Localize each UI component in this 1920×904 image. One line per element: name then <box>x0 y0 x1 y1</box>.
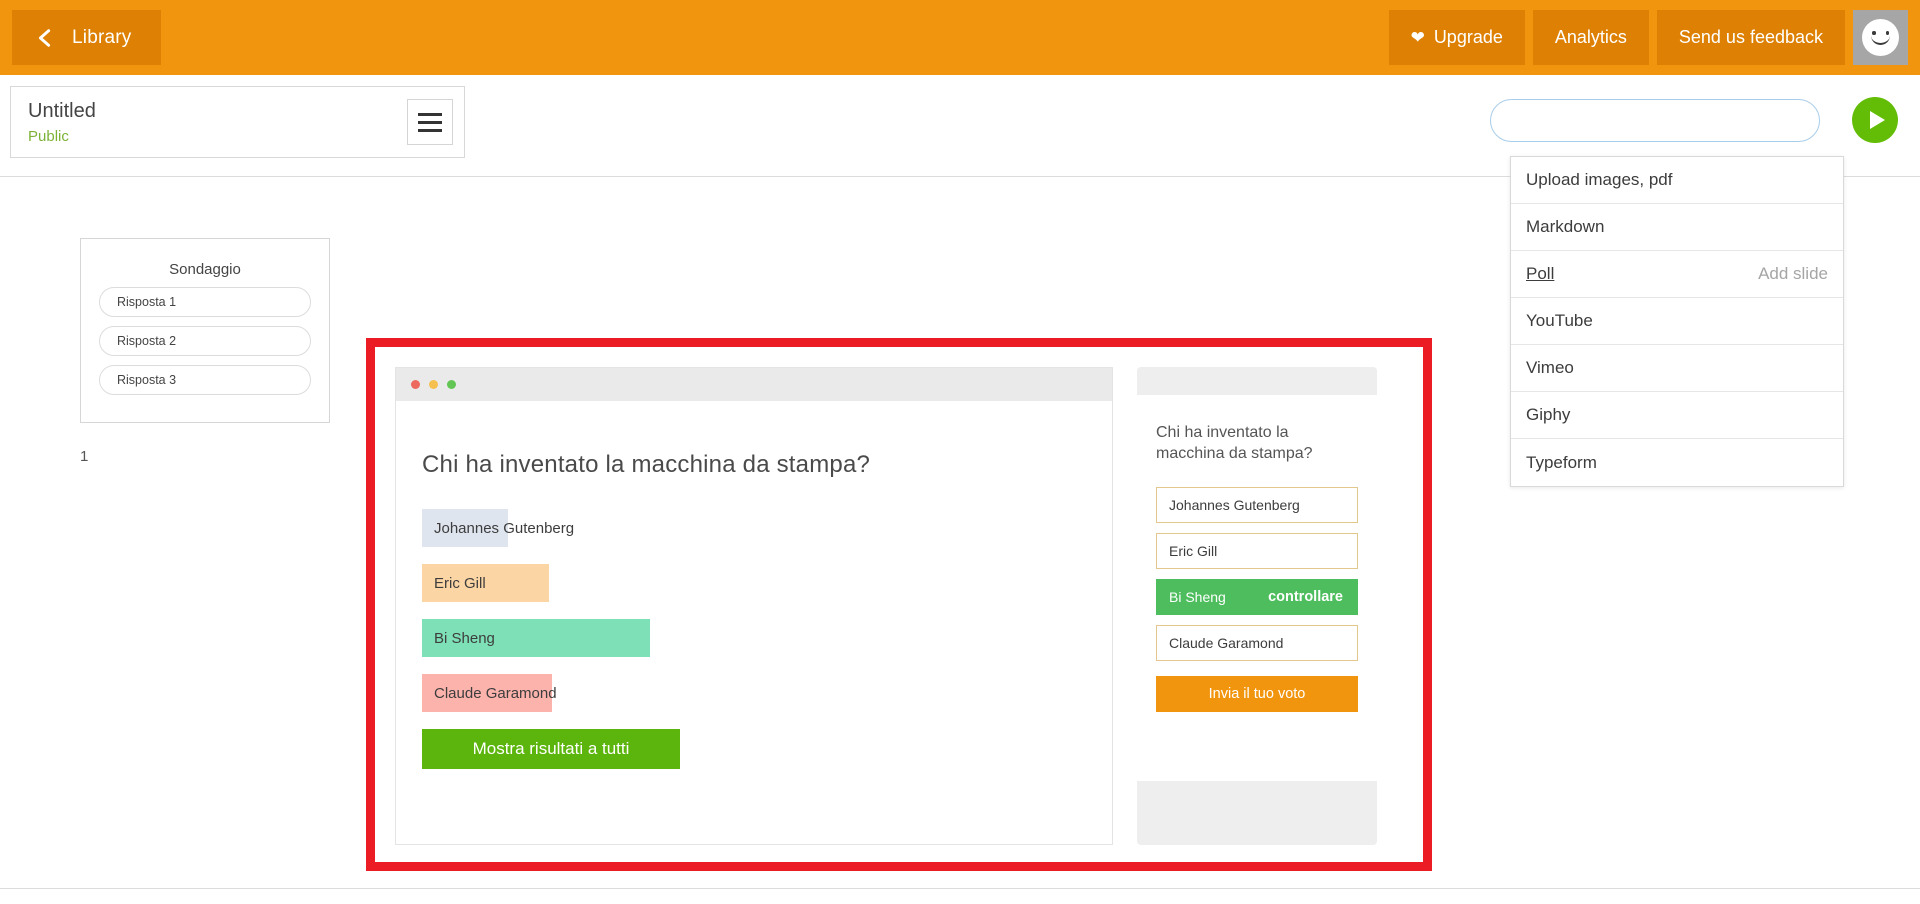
thumbnail-option: Risposta 1 <box>99 287 311 317</box>
poll-result-label: Bi Sheng <box>434 629 495 647</box>
dropdown-item-typeform[interactable]: Typeform <box>1511 439 1843 486</box>
dropdown-item-giphy[interactable]: Giphy <box>1511 392 1843 439</box>
submit-vote-button[interactable]: Invia il tuo voto <box>1156 675 1358 712</box>
search-input[interactable] <box>1490 99 1820 142</box>
smiley-face-icon <box>1862 19 1899 56</box>
library-back-label: Library <box>72 26 132 48</box>
window-minimize-dot-icon <box>429 380 438 389</box>
dropdown-item-label: Poll <box>1526 264 1555 283</box>
poll-result-label: Johannes Gutenberg <box>434 519 575 537</box>
dropdown-item-upload[interactable]: Upload images, pdf <box>1511 157 1843 204</box>
hamburger-menu-icon[interactable] <box>407 99 453 145</box>
chevron-left-icon <box>38 28 51 47</box>
topbar-actions: ❤ Upgrade Analytics Send us feedback <box>1388 10 1908 65</box>
deck-visibility: Public <box>28 128 69 145</box>
deck-info-card[interactable]: Untitled Public <box>10 86 465 158</box>
upgrade-button[interactable]: ❤ Upgrade <box>1388 10 1525 65</box>
send-feedback-button[interactable]: Send us feedback <box>1656 10 1845 65</box>
dropdown-item-poll[interactable]: Poll Add slide <box>1511 251 1843 298</box>
bottom-divider <box>0 888 1920 889</box>
slide-number: 1 <box>80 448 89 465</box>
upgrade-label: Upgrade <box>1433 27 1503 47</box>
dropdown-item-label: YouTube <box>1526 311 1593 330</box>
dropdown-item-label: Markdown <box>1526 217 1605 236</box>
library-back-button[interactable]: Library <box>12 10 162 65</box>
thumbnail-title: Sondaggio <box>169 261 241 278</box>
poll-result-row: Bi Sheng <box>422 619 1112 657</box>
poll-result-row: Johannes Gutenberg <box>422 509 1112 547</box>
browser-preview: Chi ha inventato la macchina da stampa? … <box>395 367 1113 845</box>
mobile-preview: Chi ha inventato la macchina da stampa? … <box>1137 367 1377 845</box>
mobile-poll-question: Chi ha inventato la macchina da stampa? <box>1156 424 1313 462</box>
mobile-poll-option[interactable]: Eric Gill <box>1156 532 1358 569</box>
poll-result-row: Eric Gill <box>422 564 1112 602</box>
play-icon <box>1869 111 1885 129</box>
insert-content-dropdown: Upload images, pdf Markdown Poll Add sli… <box>1510 156 1844 487</box>
heart-icon: ❤ <box>1410 28 1425 47</box>
mobile-poll-option[interactable]: Claude Garamond <box>1156 624 1358 661</box>
dropdown-item-label: Vimeo <box>1526 358 1574 377</box>
poll-result-label: Eric Gill <box>434 574 486 592</box>
dropdown-item-label: Typeform <box>1526 452 1597 472</box>
mobile-screen: Chi ha inventato la macchina da stampa? … <box>1137 395 1377 781</box>
mobile-poll-option-badge: controllare <box>1268 588 1343 605</box>
dropdown-item-label: Giphy <box>1526 405 1571 424</box>
mobile-poll-option-label: Bi Sheng <box>1169 588 1226 605</box>
poll-question: Chi ha inventato la macchina da stampa? <box>422 451 871 478</box>
dropdown-item-hint: Add slide <box>1758 264 1828 283</box>
mobile-poll-option-label: Eric Gill <box>1169 542 1218 559</box>
window-close-dot-icon <box>411 380 420 389</box>
send-feedback-label: Send us feedback <box>1678 27 1823 47</box>
browser-content: Chi ha inventato la macchina da stampa? … <box>396 401 1112 769</box>
show-results-button[interactable]: Mostra risultati a tutti <box>422 729 680 769</box>
analytics-label: Analytics <box>1554 27 1627 47</box>
mobile-poll-option-label: Johannes Gutenberg <box>1169 496 1300 513</box>
present-button[interactable] <box>1852 97 1898 143</box>
dropdown-item-markdown[interactable]: Markdown <box>1511 204 1843 251</box>
slide-thumbnail[interactable]: Sondaggio Risposta 1 Risposta 2 Risposta… <box>80 238 330 423</box>
poll-results-bars: Johannes Gutenberg Eric Gill Bi Sheng Cl… <box>422 509 1112 712</box>
poll-result-label: Claude Garamond <box>434 684 557 702</box>
search-field-wrapper <box>1490 99 1820 142</box>
deck-meta: Untitled Public <box>11 99 96 145</box>
window-maximize-dot-icon <box>447 380 456 389</box>
dropdown-item-youtube[interactable]: YouTube <box>1511 298 1843 345</box>
top-navigation-bar: Library ❤ Upgrade Analytics Send us feed… <box>0 0 1920 75</box>
mobile-poll-option[interactable]: Johannes Gutenberg <box>1156 486 1358 523</box>
poll-preview-highlight: Chi ha inventato la macchina da stampa? … <box>366 338 1432 871</box>
thumbnail-option: Risposta 2 <box>99 326 311 356</box>
poll-result-row: Claude Garamond <box>422 674 1112 712</box>
mobile-poll-option-label: Claude Garamond <box>1169 634 1284 651</box>
dropdown-item-label: Upload images, pdf <box>1526 170 1673 189</box>
browser-titlebar <box>396 368 1112 401</box>
avatar[interactable] <box>1853 10 1908 65</box>
thumbnail-option: Risposta 3 <box>99 365 311 395</box>
dropdown-item-vimeo[interactable]: Vimeo <box>1511 345 1843 392</box>
analytics-button[interactable]: Analytics <box>1532 10 1649 65</box>
page-title: Untitled <box>28 100 96 122</box>
mobile-poll-option-selected[interactable]: Bi Sheng controllare <box>1156 578 1358 615</box>
